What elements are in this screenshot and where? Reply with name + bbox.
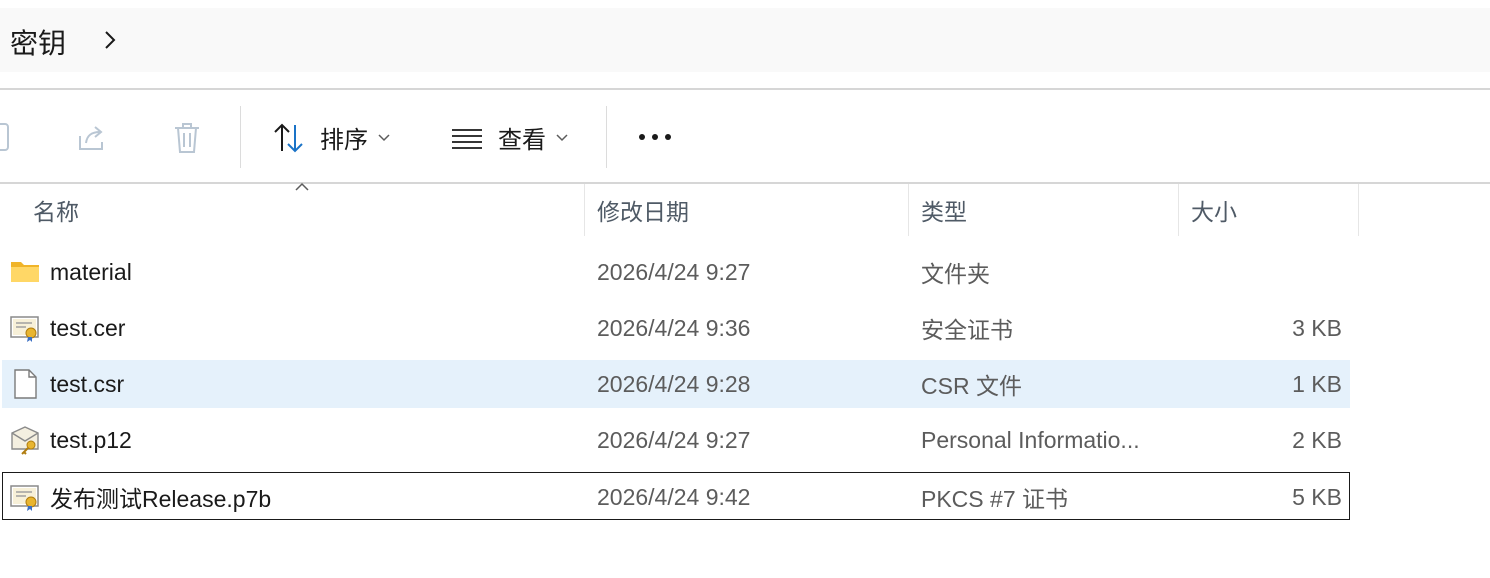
file-row-selected[interactable]: test.csr 2026/4/24 9:28 CSR 文件 1 KB [2,360,1350,408]
sort-label: 排序 [320,127,368,154]
file-row[interactable]: test.cer 2026/4/24 9:36 安全证书 3 KB [2,304,1350,352]
share-icon[interactable] [76,122,108,154]
column-header: 名称 修改日期 类型 大小 [0,184,1490,236]
chevron-down-icon [556,133,568,141]
file-date: 2026/4/24 9:27 [597,258,751,285]
file-type: CSR 文件 [921,373,1022,399]
personal-cert-icon [11,426,39,455]
column-header-size[interactable]: 大小 [1191,184,1237,236]
file-row[interactable]: test.p12 2026/4/24 9:27 Personal Informa… [2,416,1350,464]
folder-icon [11,262,39,282]
view-button[interactable]: 查看 [450,120,568,155]
file-name: 发布测试Release.p7b [50,486,272,512]
view-label: 查看 [498,127,546,154]
column-resize-handle[interactable] [1358,184,1359,236]
file-size: 5 KB [1292,483,1342,510]
file-name-cell: test.cer [10,304,125,352]
file-name-cell: test.csr [10,360,124,408]
file-type: Personal Informatio... [921,426,1140,453]
file-date: 2026/4/24 9:27 [597,426,751,453]
file-name: test.p12 [50,426,132,453]
file-name: test.cer [50,314,126,341]
file-name-cell: material [10,248,132,296]
file-size: 3 KB [1292,314,1342,341]
file-row[interactable]: material 2026/4/24 9:27 文件夹 [2,248,1350,296]
file-type: 文件夹 [921,261,990,287]
column-resize-handle[interactable] [908,184,909,236]
sort-icon [274,123,303,152]
column-resize-handle[interactable] [1178,184,1179,236]
more-horizontal-icon[interactable] [638,132,674,142]
certificate-icon [10,316,39,342]
delete-icon[interactable] [172,122,202,154]
file-type: 安全证书 [921,317,1013,343]
file-name: material [50,258,132,285]
file-row-focused[interactable]: 发布测试Release.p7b 2026/4/24 9:42 PKCS #7 证… [2,472,1350,520]
file-date: 2026/4/24 9:28 [597,370,751,397]
file-date: 2026/4/24 9:42 [597,483,751,510]
command-toolbar: 排序 查看 [0,90,1490,182]
file-name-cell: test.p12 [10,416,132,464]
chevron-down-icon [378,133,390,141]
certificate-icon [10,485,39,511]
file-type: PKCS #7 证书 [921,486,1068,512]
sort-button[interactable]: 排序 [272,120,390,155]
column-header-name[interactable]: 名称 [33,184,79,236]
file-name-cell: 发布测试Release.p7b [10,473,271,521]
copy-icon[interactable] [0,122,14,154]
file-size: 2 KB [1292,426,1342,453]
breadcrumb-current[interactable]: 密钥 [10,22,66,62]
file-name: test.csr [50,370,125,397]
toolbar-divider [240,106,241,168]
file-size: 1 KB [1292,370,1342,397]
file-icon [14,369,37,399]
file-date: 2026/4/24 9:36 [597,314,751,341]
chevron-right-icon[interactable] [100,30,120,50]
view-icon [452,128,482,149]
column-header-type[interactable]: 类型 [921,184,967,236]
toolbar-divider [606,106,607,168]
column-resize-handle[interactable] [584,184,585,236]
column-header-date[interactable]: 修改日期 [597,184,689,236]
address-bar[interactable]: 密钥 [0,8,1490,72]
